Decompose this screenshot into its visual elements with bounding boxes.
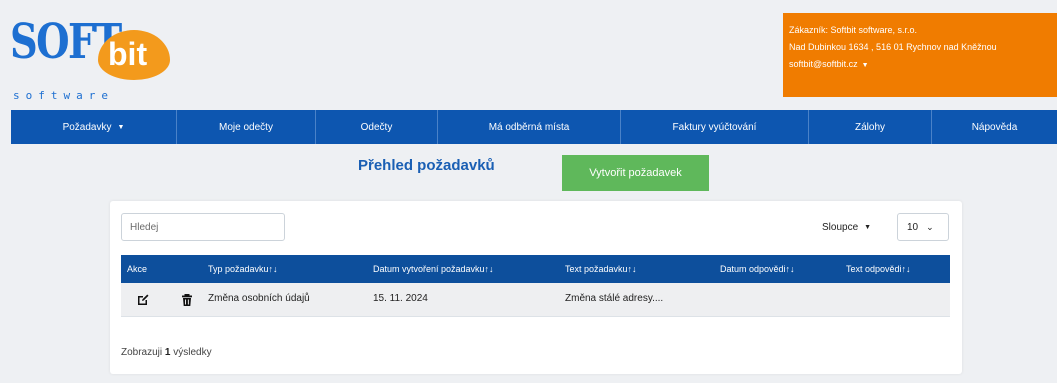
customer-email: softbit@softbit.cz <box>789 59 858 69</box>
page-size-value: 10 <box>907 221 919 233</box>
nav-item-odecty[interactable]: Odečty <box>316 110 438 144</box>
nav-item-pozadavky[interactable]: Požadavky ▼ <box>11 110 177 144</box>
results-summary: Zobrazuji 1 výsledky <box>121 347 212 358</box>
nav-item-label: Moje odečty <box>219 121 273 133</box>
nav-item-odberna-mista[interactable]: Má odběrná místa <box>438 110 621 144</box>
col-header-datum-odpovedi[interactable]: Datum odpovědi↑↓ <box>720 264 795 274</box>
nav-item-label: Odečty <box>360 121 393 133</box>
edit-icon[interactable] <box>136 293 150 307</box>
results-prefix: Zobrazuji <box>121 347 163 358</box>
create-request-button[interactable]: Vytvořit požadavek <box>562 155 709 191</box>
main-nav: Požadavky ▼ Moje odečty Odečty Má odběrná… <box>11 110 1057 144</box>
results-suffix: výsledky <box>173 347 212 358</box>
logo-bit-text: bit <box>108 36 148 72</box>
nav-item-label: Nápověda <box>971 121 1018 133</box>
search-input[interactable] <box>121 213 285 241</box>
columns-button[interactable]: Sloupce ▼ <box>822 216 871 238</box>
caret-down-icon: ▼ <box>864 223 872 231</box>
table-header: Akce Typ požadavku↑↓ Datum vytvoření pož… <box>121 255 950 283</box>
col-header-text-odpovedi[interactable]: Text odpovědi↑↓ <box>846 264 911 274</box>
trash-icon[interactable] <box>180 293 194 307</box>
nav-item-zalohy[interactable]: Zálohy <box>809 110 932 144</box>
nav-item-label: Má odběrná místa <box>488 121 570 133</box>
customer-email-dropdown[interactable]: softbit@softbit.cz ▼ <box>789 56 1051 74</box>
cell-datum-vytvoreni: 15. 11. 2024 <box>373 293 428 304</box>
chevron-down-icon: ⌄ <box>926 221 934 232</box>
requests-card: Sloupce ▼ 10 ⌄ Akce Typ požadavku↑↓ Datum … <box>110 201 962 374</box>
nav-item-label: Zálohy <box>854 121 885 133</box>
col-header-typ[interactable]: Typ požadavku↑↓ <box>208 264 278 274</box>
header: SOFT bit software Zákazník: Softbit soft… <box>0 0 1057 110</box>
results-count: 1 <box>164 347 171 358</box>
customer-name: Zákazník: Softbit software, s.r.o. <box>789 25 918 35</box>
customer-info: Zákazník: Softbit software, s.r.o. Nad D… <box>783 13 1057 97</box>
cell-text: Změna stálé adresy.... <box>565 293 664 304</box>
requests-table: Akce Typ požadavku↑↓ Datum vytvoření pož… <box>121 255 950 317</box>
table-row: Změna osobních údajů 15. 11. 2024 Změna … <box>121 283 950 317</box>
col-header-datum-vytvoreni[interactable]: Datum vytvoření požadavku↑↓ <box>373 264 494 274</box>
page-title: Přehled požadavků <box>358 157 495 174</box>
softbit-logo[interactable]: SOFT bit software <box>10 14 180 104</box>
page-size-select[interactable]: 10 ⌄ <box>897 213 949 241</box>
nav-item-napoveda[interactable]: Nápověda <box>932 110 1057 144</box>
columns-label: Sloupce <box>822 221 859 233</box>
nav-item-label: Faktury vyúčtování <box>672 121 757 133</box>
col-header-text[interactable]: Text požadavku↑↓ <box>565 264 637 274</box>
nav-item-faktury[interactable]: Faktury vyúčtování <box>621 110 809 144</box>
customer-address: Nad Dubinkou 1634 , 516 01 Rychnov nad K… <box>789 42 997 52</box>
cell-typ: Změna osobních údajů <box>208 293 310 304</box>
caret-down-icon: ▼ <box>861 62 869 69</box>
logo-tagline: software <box>13 89 114 102</box>
nav-item-label: Požadavky <box>62 121 112 133</box>
nav-item-moje-odecty[interactable]: Moje odečty <box>177 110 316 144</box>
col-header-akce: Akce <box>127 264 148 274</box>
caret-down-icon: ▼ <box>117 123 125 131</box>
